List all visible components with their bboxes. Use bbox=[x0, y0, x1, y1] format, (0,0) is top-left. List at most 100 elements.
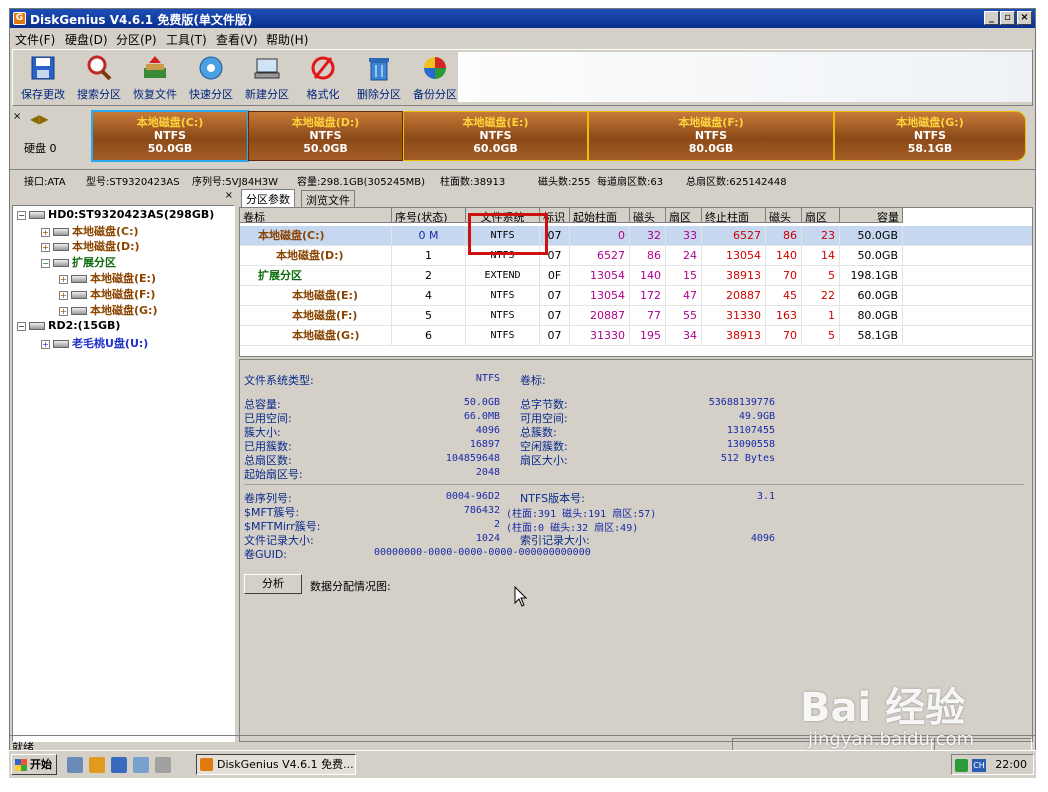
partition-icon bbox=[71, 291, 87, 299]
menu-tools[interactable]: 工具(T) bbox=[166, 31, 207, 48]
search-partition-button[interactable]: 搜索分区 bbox=[71, 52, 127, 102]
disk-label: 硬盘 0 bbox=[24, 142, 57, 155]
app-icon: G bbox=[13, 12, 26, 25]
save-changes-button[interactable]: 保存更改 bbox=[15, 52, 71, 102]
disk-model: 型号:ST9320423AS bbox=[86, 177, 180, 188]
disk-serial: 序列号:5VJ84H3W bbox=[192, 177, 279, 188]
tree-header: × bbox=[12, 190, 235, 204]
tab-browse-files[interactable]: 浏览文件 bbox=[301, 190, 355, 207]
partition-icon bbox=[53, 228, 69, 236]
partition-block-d[interactable]: 本地磁盘(D:) NTFS 50.0GB bbox=[248, 111, 403, 161]
expand-icon[interactable]: + bbox=[59, 290, 68, 300]
extended-partition-icon bbox=[53, 259, 69, 267]
hard-disk-icon bbox=[29, 322, 45, 330]
partition-icon bbox=[53, 243, 69, 251]
col-header-start-head[interactable]: 磁头 bbox=[630, 208, 666, 223]
col-header-end-sector[interactable]: 扇区 bbox=[802, 208, 840, 223]
restore-button[interactable]: ▫ bbox=[1000, 11, 1015, 25]
col-header-label[interactable]: 卷标 bbox=[240, 208, 392, 223]
partition-block-g[interactable]: 本地磁盘(G:) NTFS 58.1GB bbox=[834, 111, 1026, 161]
col-header-end-cyl[interactable]: 终止柱面 bbox=[702, 208, 766, 223]
disk-total-sectors: 总扇区数:625142448 bbox=[686, 177, 787, 188]
disk-interface: 接口:ATA bbox=[24, 177, 66, 188]
toolbar: 保存更改 搜索分区 恢复文件 快速分区 新建分区 格式化 删除分区 备份分区 bbox=[12, 49, 1033, 106]
baidu-watermark: Bai 经验 jingyan.baidu.com bbox=[800, 685, 975, 750]
col-header-capacity[interactable]: 容量 bbox=[840, 208, 903, 223]
trash-icon bbox=[369, 58, 389, 81]
table-row[interactable]: 本地磁盘(G:) 6 NTFS 07 31330 195 34 38913 70… bbox=[240, 326, 1032, 346]
quicklaunch-icon[interactable] bbox=[67, 757, 83, 773]
table-row[interactable]: 扩展分区 2 EXTEND 0F 13054 140 15 38913 70 5… bbox=[240, 266, 1032, 286]
disk-sectors-per-track: 每道扇区数:63 bbox=[597, 177, 664, 188]
col-header-start-cyl[interactable]: 起始柱面 bbox=[570, 208, 630, 223]
delete-partition-button[interactable]: 删除分区 bbox=[351, 52, 407, 102]
desktop-icon[interactable] bbox=[111, 757, 127, 773]
expand-icon[interactable]: + bbox=[59, 274, 68, 284]
col-header-start-sector[interactable]: 扇区 bbox=[666, 208, 702, 223]
tree-node-c[interactable]: + 本地磁盘(C:) bbox=[41, 223, 139, 238]
quick-partition-button[interactable]: 快速分区 bbox=[183, 52, 239, 102]
taskbar-item-diskgenius[interactable]: DiskGenius V4.6.1 免费... bbox=[196, 754, 356, 775]
expand-icon[interactable]: + bbox=[41, 242, 50, 252]
allocation-map-label: 数据分配情况图: bbox=[310, 580, 391, 593]
new-partition-button[interactable]: 新建分区 bbox=[239, 52, 295, 102]
partition-block-e[interactable]: 本地磁盘(E:) NTFS 60.0GB bbox=[403, 111, 588, 161]
start-button[interactable]: 开始 bbox=[11, 754, 57, 775]
partition-icon bbox=[71, 275, 87, 283]
details-divider bbox=[244, 484, 1024, 485]
format-button[interactable]: 格式化 bbox=[295, 52, 351, 102]
analyze-button[interactable]: 分析 bbox=[244, 574, 302, 594]
tree-node-f[interactable]: + 本地磁盘(F:) bbox=[59, 286, 155, 301]
col-header-index[interactable]: 序号(状态) bbox=[392, 208, 466, 223]
media-icon[interactable] bbox=[133, 757, 149, 773]
tree-node-hd0[interactable]: − HD0:ST9320423AS(298GB) bbox=[17, 208, 214, 223]
title-bar[interactable]: G DiskGenius V4.6.1 免费版(单文件版) _ ▫ × bbox=[10, 9, 1035, 28]
menu-partition[interactable]: 分区(P) bbox=[116, 31, 157, 48]
ad-banner[interactable] bbox=[458, 52, 1032, 102]
menu-file[interactable]: 文件(F) bbox=[15, 31, 55, 48]
partition-block-c[interactable]: 本地磁盘(C:) NTFS 50.0GB bbox=[91, 110, 249, 162]
close-button[interactable]: × bbox=[1017, 11, 1032, 25]
tree-node-extended[interactable]: − 扩展分区 bbox=[41, 254, 116, 269]
tree-node-d[interactable]: + 本地磁盘(D:) bbox=[41, 238, 140, 253]
expand-icon[interactable]: + bbox=[59, 306, 68, 316]
disk-nav-arrows-icon[interactable]: ◀▶ bbox=[30, 112, 48, 126]
recover-icon bbox=[144, 56, 166, 78]
partition-block-f[interactable]: 本地磁盘(F:) NTFS 80.0GB bbox=[588, 111, 834, 161]
expand-icon[interactable]: + bbox=[41, 339, 50, 349]
collapse-icon[interactable]: − bbox=[41, 258, 50, 268]
col-header-end-head[interactable]: 磁头 bbox=[766, 208, 802, 223]
folder-icon[interactable] bbox=[89, 757, 105, 773]
table-row[interactable]: 本地磁盘(D:) 1 NTFS 07 6527 86 24 13054 140 … bbox=[240, 246, 1032, 266]
backup-partition-button[interactable]: 备份分区 bbox=[407, 52, 463, 102]
table-row[interactable]: 本地磁盘(F:) 5 NTFS 07 20887 77 55 31330 163… bbox=[240, 306, 1032, 326]
table-row[interactable]: 本地磁盘(C:) 0 M NTFS 07 0 32 33 6527 86 23 … bbox=[240, 226, 1032, 246]
tree-node-e[interactable]: + 本地磁盘(E:) bbox=[59, 270, 156, 285]
collapse-icon[interactable]: − bbox=[17, 210, 26, 220]
partition-icon bbox=[71, 307, 87, 315]
minimize-button[interactable]: _ bbox=[984, 11, 999, 25]
close-icon[interactable]: × bbox=[13, 111, 21, 122]
tree-node-u[interactable]: + 老毛桃U盘(U:) bbox=[41, 335, 148, 350]
menu-disk[interactable]: 硬盘(D) bbox=[65, 31, 108, 48]
menu-help[interactable]: 帮助(H) bbox=[266, 31, 308, 48]
windows-flag-icon bbox=[15, 759, 27, 771]
expand-icon[interactable]: + bbox=[41, 227, 50, 237]
tab-partition-params[interactable]: 分区参数 bbox=[241, 189, 295, 207]
menu-view[interactable]: 查看(V) bbox=[216, 31, 258, 48]
recover-files-button[interactable]: 恢复文件 bbox=[127, 52, 183, 102]
usb-drive-icon bbox=[53, 340, 69, 348]
close-icon[interactable]: × bbox=[225, 190, 233, 201]
new-partition-icon bbox=[254, 58, 280, 79]
partition-table: 卷标 序号(状态) 文件系统 标识 起始柱面 磁头 扇区 终止柱面 磁头 扇区 … bbox=[239, 207, 1033, 357]
backup-icon bbox=[424, 57, 446, 79]
table-row[interactable]: 本地磁盘(E:) 4 NTFS 07 13054 172 47 20887 45… bbox=[240, 286, 1032, 306]
app-window: G DiskGenius V4.6.1 免费版(单文件版) _ ▫ × 文件(F… bbox=[9, 8, 1036, 778]
tree-node-g[interactable]: + 本地磁盘(G:) bbox=[59, 302, 157, 317]
disk-map: × ◀▶ 硬盘 0 本地磁盘(C:) NTFS 50.0GB 本地磁盘(D:) … bbox=[10, 109, 1035, 171]
collapse-icon[interactable]: − bbox=[17, 321, 26, 331]
app-icon bbox=[200, 758, 213, 771]
tree-node-rd2[interactable]: − RD2:(15GB) bbox=[17, 319, 120, 334]
window-title: DiskGenius V4.6.1 免费版(单文件版) bbox=[30, 13, 253, 27]
eraser-icon[interactable] bbox=[155, 757, 171, 773]
